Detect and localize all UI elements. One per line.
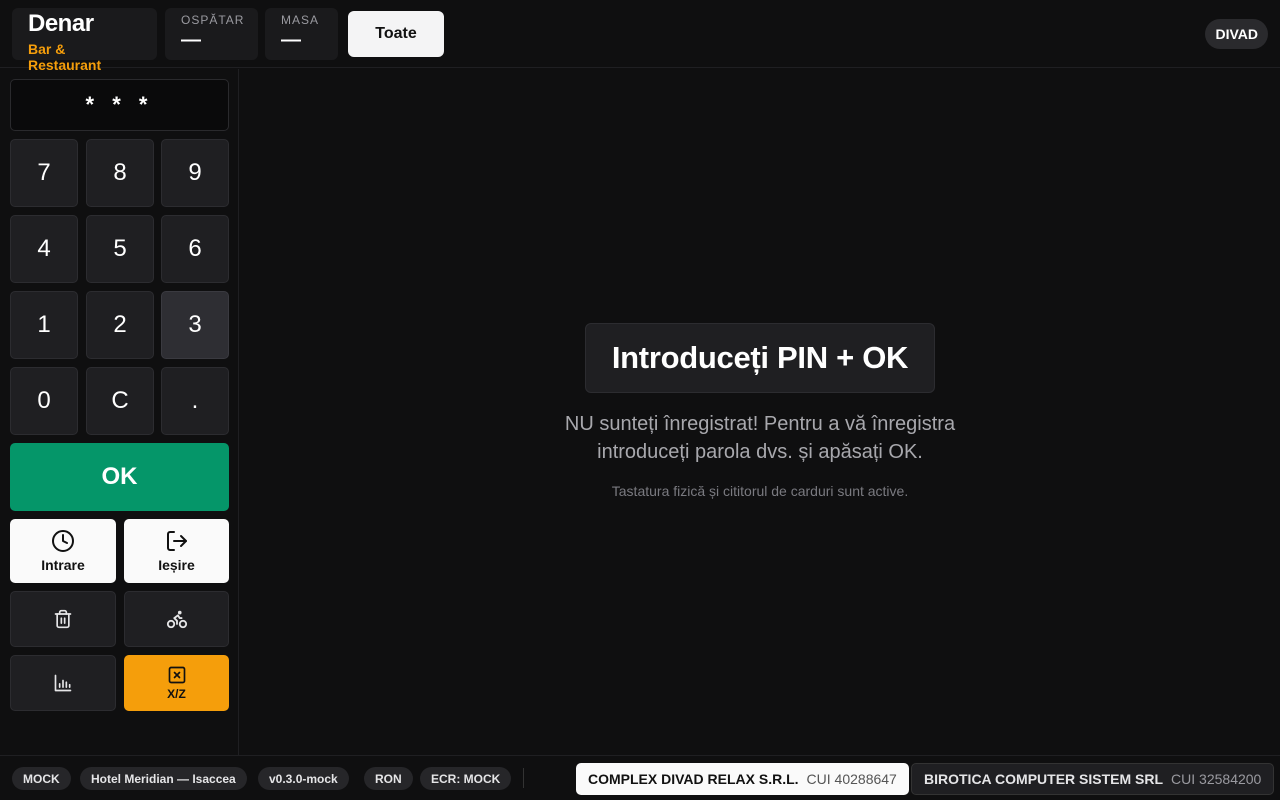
close-box-icon (168, 666, 185, 684)
company-2-name: BIROTICA COMPUTER SISTEM SRL (924, 771, 1164, 787)
waiter-value: — (181, 29, 201, 51)
page-title: Introduceți PIN + OK (585, 323, 935, 393)
pin-display: * * * (10, 79, 229, 131)
status-bar: MOCK Hotel Meridian — Isaccea v0.3.0-moc… (0, 755, 1280, 800)
mode-badge: MOCK (12, 767, 71, 790)
all-tables-button[interactable]: Toate (348, 11, 444, 57)
key-8[interactable]: 8 (86, 139, 154, 207)
reports-button[interactable] (10, 655, 116, 711)
table-value: — (281, 29, 301, 51)
clock-out-label: Ieșire (158, 557, 195, 573)
login-message-line1: NU sunteți înregistrat! Pentru a vă înre… (564, 413, 956, 435)
clock-in-label: Intrare (41, 557, 85, 573)
delete-button[interactable] (10, 591, 116, 647)
xz-label: X/Z (167, 687, 186, 701)
company-1-name: COMPLEX DIVAD RELAX S.R.L. (588, 771, 799, 787)
clock-out-button[interactable]: Ieșire (124, 519, 229, 583)
key-9[interactable]: 9 (161, 139, 229, 207)
brand-name: Denar (28, 10, 94, 37)
currency-badge: RON (364, 767, 413, 790)
trash-icon (54, 609, 72, 629)
login-message-line2: introduceți parola dvs. și apăsați OK. (597, 441, 923, 463)
ok-button[interactable]: OK (10, 443, 229, 511)
key-6[interactable]: 6 (161, 215, 229, 283)
location-badge: Hotel Meridian — Isaccea (80, 767, 247, 790)
key-2[interactable]: 2 (86, 291, 154, 359)
footer-divider (523, 768, 524, 788)
clock-icon (52, 530, 74, 552)
xz-report-button[interactable]: X/Z (124, 655, 229, 711)
delivery-button[interactable] (124, 591, 229, 647)
clock-in-button[interactable]: Intrare (10, 519, 116, 583)
company-selector-1[interactable]: COMPLEX DIVAD RELAX S.R.L. CUI 40288647 (576, 763, 909, 795)
key-0[interactable]: 0 (10, 367, 78, 435)
table-label: MASA (281, 13, 320, 27)
company-1-cui: CUI 40288647 (806, 771, 897, 787)
bike-icon (166, 610, 187, 629)
header-bar: Denar Bar & Restaurant OSPĂTAR — MASA — … (0, 0, 1280, 73)
table-info: MASA — (265, 8, 338, 60)
user-badge[interactable]: DIVAD (1205, 19, 1268, 49)
company-2-cui: CUI 32584200 (1171, 771, 1262, 787)
key-4[interactable]: 4 (10, 215, 78, 283)
brand-logo: Denar Bar & Restaurant (12, 8, 157, 73)
key-5[interactable]: 5 (86, 215, 154, 283)
company-selector-2[interactable]: BIROTICA COMPUTER SISTEM SRL CUI 3258420… (911, 763, 1275, 795)
bar-chart-icon (54, 674, 72, 692)
key-clear[interactable]: C (86, 367, 154, 435)
ecr-badge: ECR: MOCK (420, 767, 512, 790)
key-7[interactable]: 7 (10, 139, 78, 207)
login-message: NU sunteți înregistrat! Pentru a vă înre… (440, 410, 1080, 466)
keypad-panel: * * * 7 8 9 4 5 6 1 2 3 0 C . OK Intrare… (0, 69, 239, 755)
waiter-label: OSPĂTAR (181, 13, 245, 27)
key-1[interactable]: 1 (10, 291, 78, 359)
key-dot[interactable]: . (161, 367, 229, 435)
logout-icon (166, 531, 187, 551)
input-hint: Tastatura fizică și cititorul de carduri… (611, 483, 909, 499)
waiter-info: OSPĂTAR — (165, 8, 258, 60)
version-badge: v0.3.0-mock (258, 767, 349, 790)
key-3[interactable]: 3 (161, 291, 229, 359)
